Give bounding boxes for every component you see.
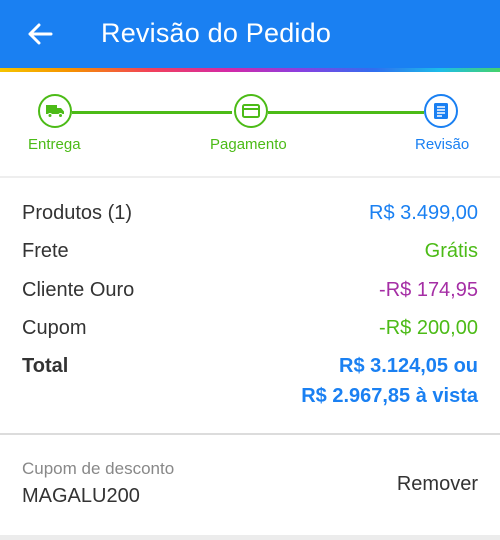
back-button[interactable] xyxy=(20,14,60,54)
summary-row-produtos: Produtos (1) R$ 3.499,00 xyxy=(22,202,478,232)
summary-row-frete: Frete Grátis xyxy=(22,240,478,270)
summary-row-cupom: Cupom -R$ 200,00 xyxy=(22,317,478,347)
total-cash-value: R$ 2.967,85 à vista xyxy=(301,385,478,407)
summary-label: Cliente Ouro xyxy=(22,279,135,301)
step-connector xyxy=(72,111,232,114)
step-pagamento[interactable] xyxy=(234,94,268,128)
checkout-stepper: Entrega Pagamento Revisão xyxy=(0,72,500,176)
summary-label: Frete xyxy=(22,240,69,262)
summary-value: Grátis xyxy=(424,240,478,262)
summary-label: Cupom xyxy=(22,317,87,339)
summary-label: Produtos (1) xyxy=(22,202,133,224)
page-title: Revisão do Pedido xyxy=(101,18,332,48)
step-entrega[interactable] xyxy=(38,94,72,128)
coupon-label: Cupom de desconto xyxy=(22,459,175,478)
remove-coupon-button[interactable]: Remover xyxy=(397,473,478,496)
truck-icon xyxy=(46,105,64,118)
coupon-code: MAGALU200 xyxy=(22,485,140,507)
document-icon xyxy=(434,103,448,119)
summary-row-total: Total R$ 3.124,05 ou R$ 2.967,85 à vista xyxy=(22,355,478,415)
summary-value: -R$ 174,95 xyxy=(379,279,478,301)
summary-row-cliente-ouro: Cliente Ouro -R$ 174,95 xyxy=(22,279,478,309)
step-label-revisao: Revisão xyxy=(415,136,470,153)
step-label-entrega: Entrega xyxy=(28,136,81,153)
coupon-section: Cupom de desconto MAGALU200 Remover xyxy=(0,435,500,535)
total-label: Total xyxy=(22,355,69,377)
step-label-pagamento: Pagamento xyxy=(210,136,287,153)
arrow-left-icon xyxy=(28,23,53,45)
app-bar: Revisão do Pedido xyxy=(0,0,500,68)
step-connector xyxy=(268,111,424,114)
summary-value: R$ 3.499,00 xyxy=(369,202,478,224)
credit-card-icon xyxy=(242,104,260,118)
total-installments-value: R$ 3.124,05 ou xyxy=(339,355,478,377)
summary-value: -R$ 200,00 xyxy=(379,317,478,339)
step-revisao[interactable] xyxy=(424,94,458,128)
bottom-divider xyxy=(0,535,500,540)
order-summary: Produtos (1) R$ 3.499,00 Frete Grátis Cl… xyxy=(0,178,500,433)
